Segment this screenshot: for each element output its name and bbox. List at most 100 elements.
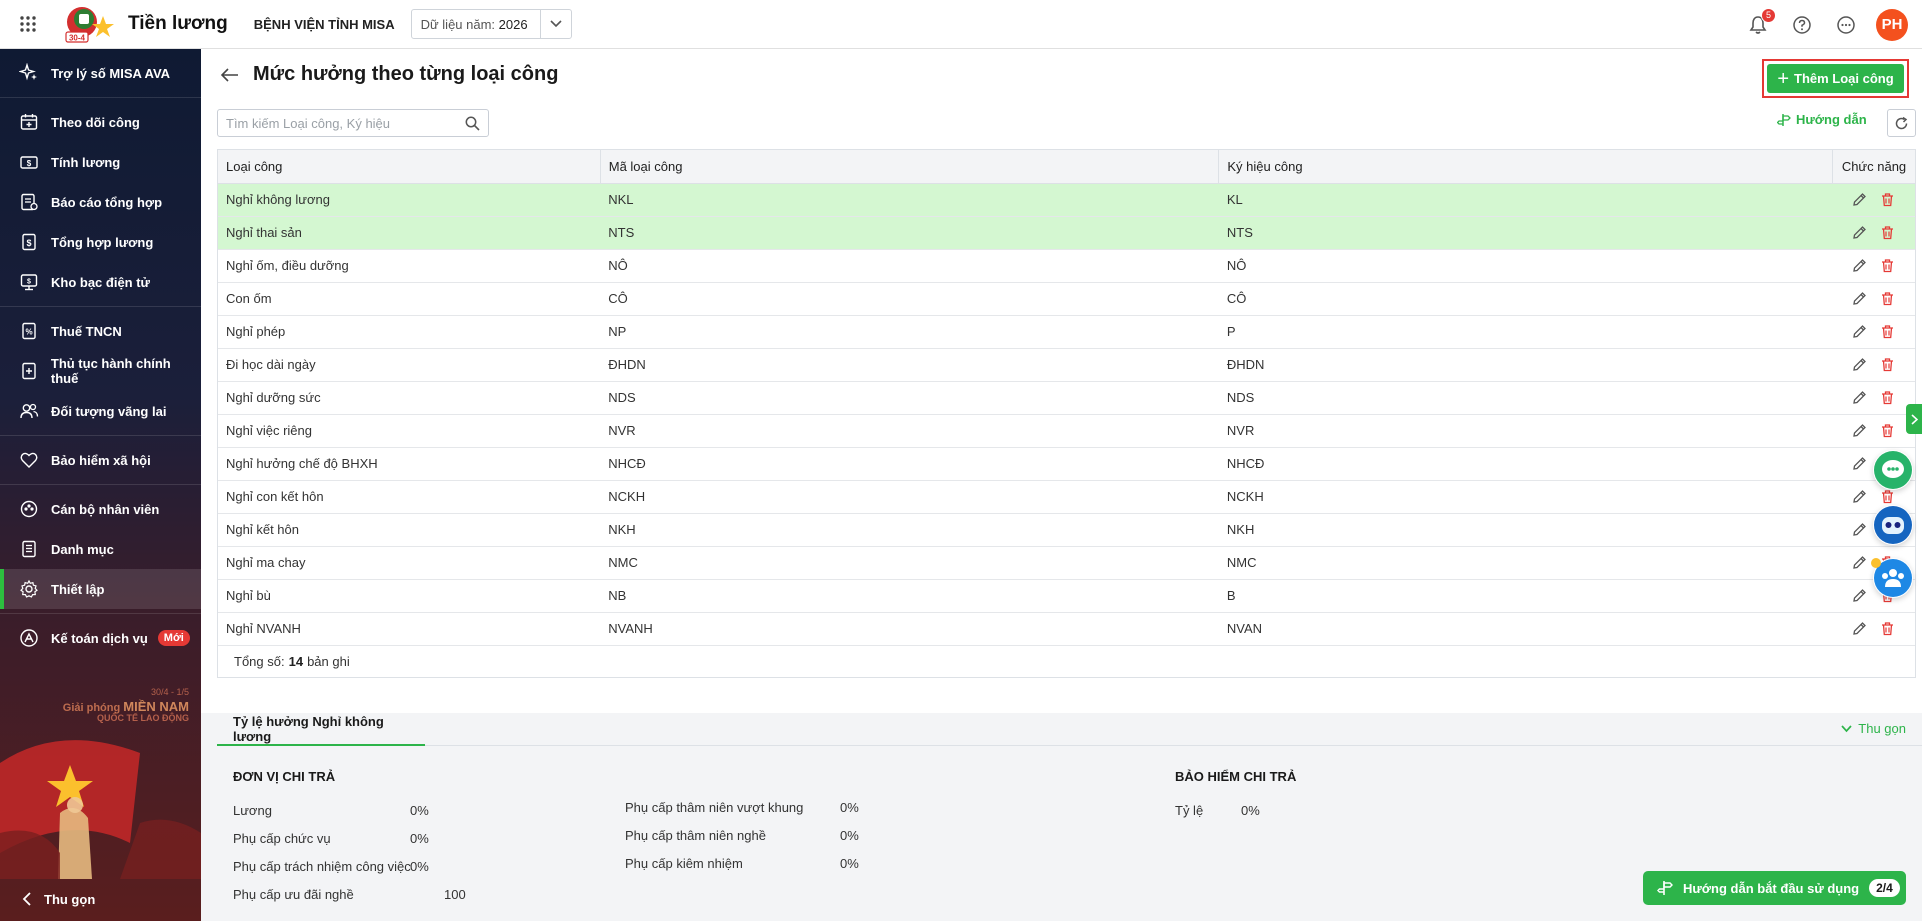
sidebar-item-label: Theo dõi công [51, 114, 140, 130]
sidebar-item-treasury[interactable]: $ Kho bạc điện tử [0, 262, 201, 302]
table-row[interactable]: Nghỉ con kết hôn NCKH NCKH [218, 480, 1915, 514]
cell-code: NP [600, 315, 1219, 349]
delete-trash-icon[interactable] [1878, 421, 1898, 441]
year-selector[interactable]: Dữ liệu năm: 2026 [410, 9, 572, 39]
edit-pencil-icon[interactable] [1850, 223, 1870, 243]
edit-pencil-icon[interactable] [1850, 388, 1870, 408]
sidebar-collapse-button[interactable]: Thu gọn [0, 877, 201, 921]
column-header-actions: Chức năng [1832, 150, 1915, 184]
banner-date: 30/4 - 1/5 [150, 687, 189, 697]
add-work-type-button[interactable]: + Thêm Loại công [1767, 64, 1904, 93]
more-icon[interactable] [1832, 11, 1860, 39]
work-type-table: Loại công Mã loại công Ký hiệu công Chức… [217, 149, 1916, 678]
table-row[interactable]: Nghỉ việc riêng NVR NVR [218, 414, 1915, 448]
delete-trash-icon[interactable] [1878, 223, 1898, 243]
cell-actions [1832, 249, 1915, 283]
staff-icon [18, 498, 40, 520]
svg-text:%: % [25, 328, 32, 337]
table-row[interactable]: Nghỉ NVANH NVANH NVAN [218, 612, 1915, 646]
delete-trash-icon[interactable] [1878, 256, 1898, 276]
delete-trash-icon[interactable] [1878, 322, 1898, 342]
sidebar-item-report[interactable]: Báo cáo tổng hợp [0, 182, 201, 222]
sidebar-item-label: Thiết lập [51, 581, 105, 597]
side-panel-toggle[interactable] [1906, 404, 1922, 434]
back-arrow-icon[interactable] [221, 67, 239, 82]
edit-pencil-icon[interactable] [1850, 586, 1870, 606]
sidebar-item-attendance[interactable]: Theo dõi công [0, 102, 201, 142]
sidebar-item-staff[interactable]: Cán bộ nhân viên [0, 489, 201, 529]
avatar[interactable]: PH [1876, 8, 1908, 41]
search-input[interactable] [226, 115, 465, 131]
sidebar-item-assistant[interactable]: Trợ lý số MISA AVA [0, 53, 201, 93]
table-row[interactable]: Nghỉ hưởng chế độ BHXH NHCĐ NHCĐ [218, 447, 1915, 481]
table-row[interactable]: Nghỉ thai sản NTS NTS [218, 216, 1915, 250]
table-row[interactable]: Nghỉ ma chay NMC NMC [218, 546, 1915, 580]
table-row[interactable]: Con ốm CÔ CÔ [218, 282, 1915, 316]
edit-pencil-icon[interactable] [1850, 520, 1870, 540]
sidebar-item-payroll[interactable]: $ Tính lương [0, 142, 201, 182]
table-row[interactable]: Nghỉ phép NP P [218, 315, 1915, 349]
sidebar-item-insurance[interactable]: Bảo hiểm xã hội [0, 440, 201, 480]
column-header-work-type[interactable]: Loại công [218, 150, 601, 184]
table-row[interactable]: Nghỉ bù NB B [218, 579, 1915, 613]
edit-pencil-icon[interactable] [1850, 289, 1870, 309]
cell-code: NMC [600, 546, 1219, 580]
app-grid-icon[interactable] [0, 0, 56, 49]
column-header-code[interactable]: Mã loại công [600, 150, 1220, 184]
rate-row-responsibility-allowance: Phụ cấp trách nhiệm công việc 0% [233, 859, 429, 874]
tab-unpaid-leave-rate[interactable]: Tỷ lệ hưởng Nghỉ không lương [217, 713, 425, 746]
rate-label: Phụ cấp chức vụ [233, 831, 331, 846]
delete-trash-icon[interactable] [1878, 289, 1898, 309]
edit-pencil-icon[interactable] [1850, 190, 1870, 210]
help-icon[interactable] [1788, 11, 1816, 39]
total-records: Tổng số: 14 bản ghi [218, 646, 1915, 678]
table-row[interactable]: Nghỉ ốm, điều dưỡng NÔ NÔ [218, 249, 1915, 283]
search-icon[interactable] [465, 116, 480, 131]
page-title: Mức hưởng theo từng loại công [253, 63, 559, 85]
column-header-symbol[interactable]: Ký hiệu công [1218, 150, 1833, 184]
sidebar-item-settings[interactable]: Thiết lập [0, 569, 201, 609]
sidebar-item-salary-summary[interactable]: $ Tổng hợp lương [0, 222, 201, 262]
sidebar-item-tax-procedure[interactable]: Thủ tục hành chính thuế [0, 351, 201, 391]
chevron-down-icon[interactable] [539, 10, 571, 38]
edit-pencil-icon[interactable] [1850, 256, 1870, 276]
delete-trash-icon[interactable] [1878, 619, 1898, 639]
sidebar-item-catalog[interactable]: Danh mục [0, 529, 201, 569]
unit-pay-title: ĐƠN VỊ CHI TRẢ [233, 769, 336, 784]
notification-badge: 5 [1761, 7, 1776, 23]
edit-pencil-icon[interactable] [1850, 421, 1870, 441]
start-guide-button[interactable]: Hướng dẫn bắt đầu sử dụng 2/4 [1643, 871, 1906, 905]
edit-pencil-icon[interactable] [1850, 355, 1870, 375]
sidebar-item-tax[interactable]: % Thuế TNCN [0, 311, 201, 351]
cell-actions [1832, 216, 1915, 250]
banner-subtitle: QUỐC TẾ LAO ĐỘNG [97, 713, 189, 723]
sidebar: Trợ lý số MISA AVA Theo dõi công $ Tính … [0, 49, 201, 921]
bell-icon[interactable]: 5 [1744, 7, 1776, 39]
sidebar-item-visitors[interactable]: Đối tượng vãng lai [0, 391, 201, 431]
edit-pencil-icon[interactable] [1850, 487, 1870, 507]
cell-symbol: NVAN [1218, 612, 1833, 646]
edit-pencil-icon[interactable] [1850, 619, 1870, 639]
accounting-icon [18, 627, 40, 649]
rate-value: 0% [1241, 803, 1260, 818]
add-button-highlight: + Thêm Loại công [1762, 59, 1909, 98]
table-row[interactable]: Đi học dài ngày ĐHDN ĐHDN [218, 348, 1915, 382]
rate-row-seniority-over-frame: Phụ cấp thâm niên vượt khung 0% [625, 800, 859, 815]
edit-pencil-icon[interactable] [1850, 553, 1870, 573]
chat-support-button[interactable] [1873, 450, 1913, 490]
table-row[interactable]: Nghỉ dưỡng sức NDS NDS [218, 381, 1915, 415]
edit-pencil-icon[interactable] [1850, 454, 1870, 474]
refresh-button[interactable] [1887, 109, 1916, 137]
sidebar-item-accounting-service[interactable]: Kế toán dịch vụ Mới [0, 618, 201, 658]
ai-robot-button[interactable] [1873, 505, 1913, 545]
panel-collapse-button[interactable]: Thu gọn [1841, 721, 1906, 736]
table-row[interactable]: Nghỉ không lương NKL KL [218, 183, 1915, 217]
delete-trash-icon[interactable] [1878, 388, 1898, 408]
signpost-icon [1657, 880, 1673, 896]
table-row[interactable]: Nghỉ kết hôn NKH NKH [218, 513, 1915, 547]
delete-trash-icon[interactable] [1878, 355, 1898, 375]
cell-code: CÔ [600, 282, 1219, 316]
delete-trash-icon[interactable] [1878, 190, 1898, 210]
edit-pencil-icon[interactable] [1850, 322, 1870, 342]
guide-link[interactable]: Hướng dẫn [1777, 112, 1867, 127]
